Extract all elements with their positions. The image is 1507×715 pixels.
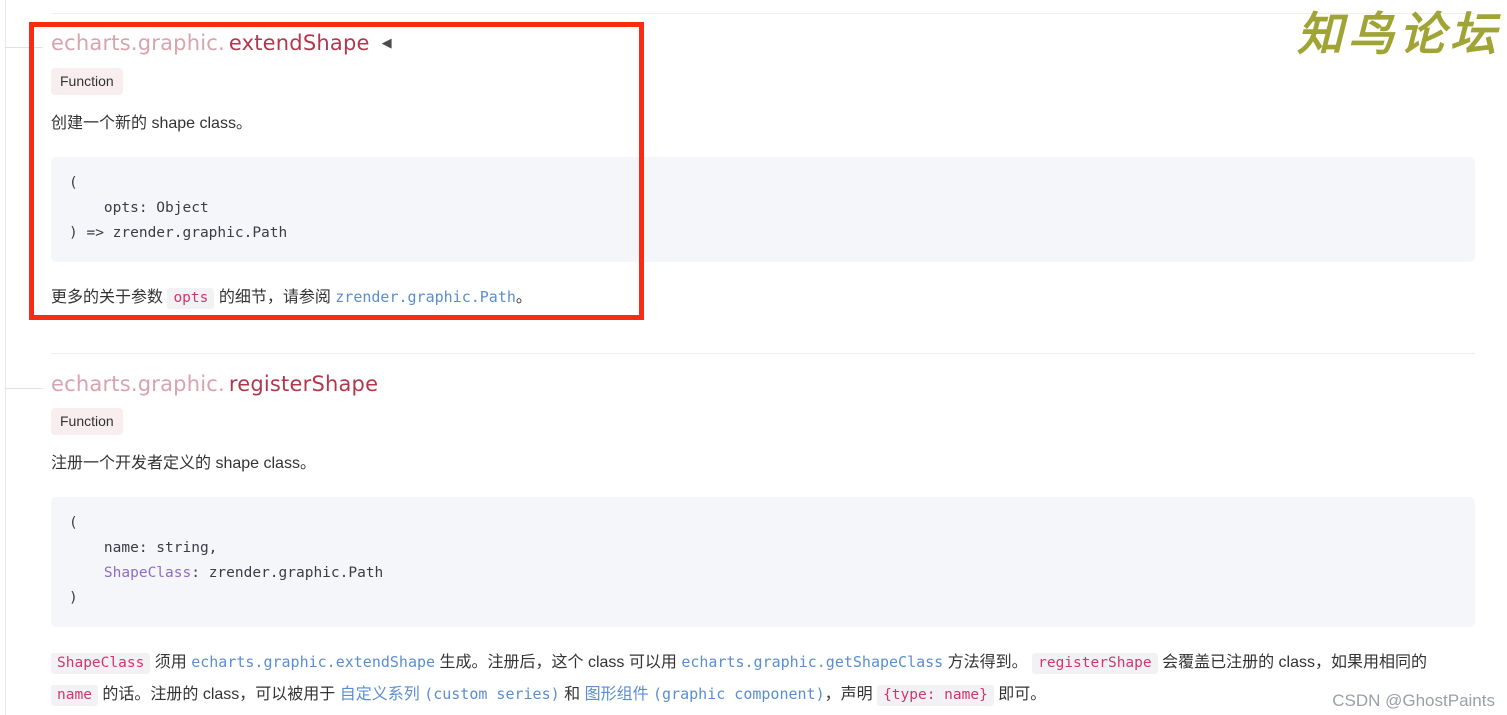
note-text-6: 和 <box>559 686 585 703</box>
section-divider-middle <box>51 353 1475 354</box>
note-text-8: 即可。 <box>993 686 1047 703</box>
note-text-4: 会覆盖已注册的 class，如果用相同的 <box>1157 654 1427 671</box>
code-line-name-param: name: string, <box>69 540 218 556</box>
api-note-extendshape: 更多的关于参数 opts 的细节，请参阅 zrender.graphic.Pat… <box>51 282 1475 314</box>
api-note-registershape: ShapeClass 须用 echarts.graphic.extendShap… <box>51 647 1475 711</box>
api-method-name: registerShape <box>228 372 379 396</box>
api-entry-extendshape: echarts.graphic. extendShape ◀ Function 创建… <box>51 30 1475 314</box>
note-text-7: ，声明 <box>824 686 878 703</box>
api-namespace-prefix: echarts.graphic. <box>51 31 225 55</box>
link-custom-series-cn[interactable]: 自定义系列 <box>340 686 420 703</box>
collapse-toggle-icon[interactable]: ◀ <box>382 31 392 57</box>
inline-code-registershape: registerShape <box>1032 653 1158 674</box>
inline-code-shapeclass: ShapeClass <box>51 653 151 674</box>
api-heading-extendshape[interactable]: echarts.graphic. extendShape ◀ <box>51 30 1475 57</box>
inline-code-name: name <box>51 685 98 706</box>
note-text-1: 更多的关于参数 <box>51 289 168 306</box>
code-line-indent <box>69 565 104 581</box>
watermark-csdn-author: CSDN @GhostPaints <box>1332 691 1495 710</box>
note-text-1: 须用 <box>150 654 192 671</box>
api-type-badge-row: Function <box>51 408 1475 435</box>
code-token-shapeclass: ShapeClass <box>103 565 192 581</box>
link-graphic-component-cn[interactable]: 图形组件 <box>585 686 649 703</box>
api-type-badge-row: Function <box>51 68 1475 95</box>
link-echarts-graphic-extendshape[interactable]: echarts.graphic.extendShape <box>191 653 435 671</box>
link-zrender-graphic-path[interactable]: zrender.graphic.Path <box>335 288 516 306</box>
link-custom-series-en[interactable]: (custom series) <box>424 685 559 703</box>
type-badge-function: Function <box>51 408 123 435</box>
api-description-extendshape: 创建一个新的 shape class。 <box>51 115 252 132</box>
inline-code-opts: opts <box>167 288 215 309</box>
note-text-3: 。 <box>515 289 532 306</box>
inline-code-type-name: {type: name} <box>877 685 994 706</box>
note-text-5: 的话。注册的 class，可以被用于 <box>97 686 340 703</box>
note-text-2: 生成。注册后，这个 class 可以用 <box>435 654 682 671</box>
note-text-2: 的细节，请参阅 <box>214 289 336 306</box>
type-badge-function: Function <box>51 68 123 95</box>
api-method-name: extendShape <box>228 31 370 55</box>
tree-guide-connector-extendshape <box>5 47 43 48</box>
code-signature-extendshape: ( opts: Object ) => zrender.graphic.Path <box>51 157 1475 262</box>
code-line-open-paren: ( <box>69 515 78 531</box>
api-namespace-prefix: echarts.graphic. <box>51 372 225 396</box>
watermark-top-right: 知鸟论坛 <box>1297 7 1501 61</box>
code-line-shapeclass-type: : zrender.graphic.Path <box>191 565 384 581</box>
api-description-registershape: 注册一个开发者定义的 shape class。 <box>51 455 316 472</box>
section-divider-top <box>51 13 1475 14</box>
note-text-3: 方法得到。 <box>943 654 1033 671</box>
tree-guide-vertical-line <box>5 0 6 715</box>
link-echarts-graphic-getshapeclass[interactable]: echarts.graphic.getShapeClass <box>681 653 943 671</box>
api-entry-registershape: echarts.graphic. registerShape Function 注… <box>51 371 1475 711</box>
tree-guide-connector-registershape <box>5 388 43 389</box>
link-graphic-component-en[interactable]: (graphic component) <box>653 685 825 703</box>
api-heading-registershape[interactable]: echarts.graphic. registerShape <box>51 371 1475 397</box>
code-signature-registershape: ( name: string, ShapeClass: zrender.grap… <box>51 497 1475 627</box>
code-line-close-paren: ) <box>69 590 78 606</box>
